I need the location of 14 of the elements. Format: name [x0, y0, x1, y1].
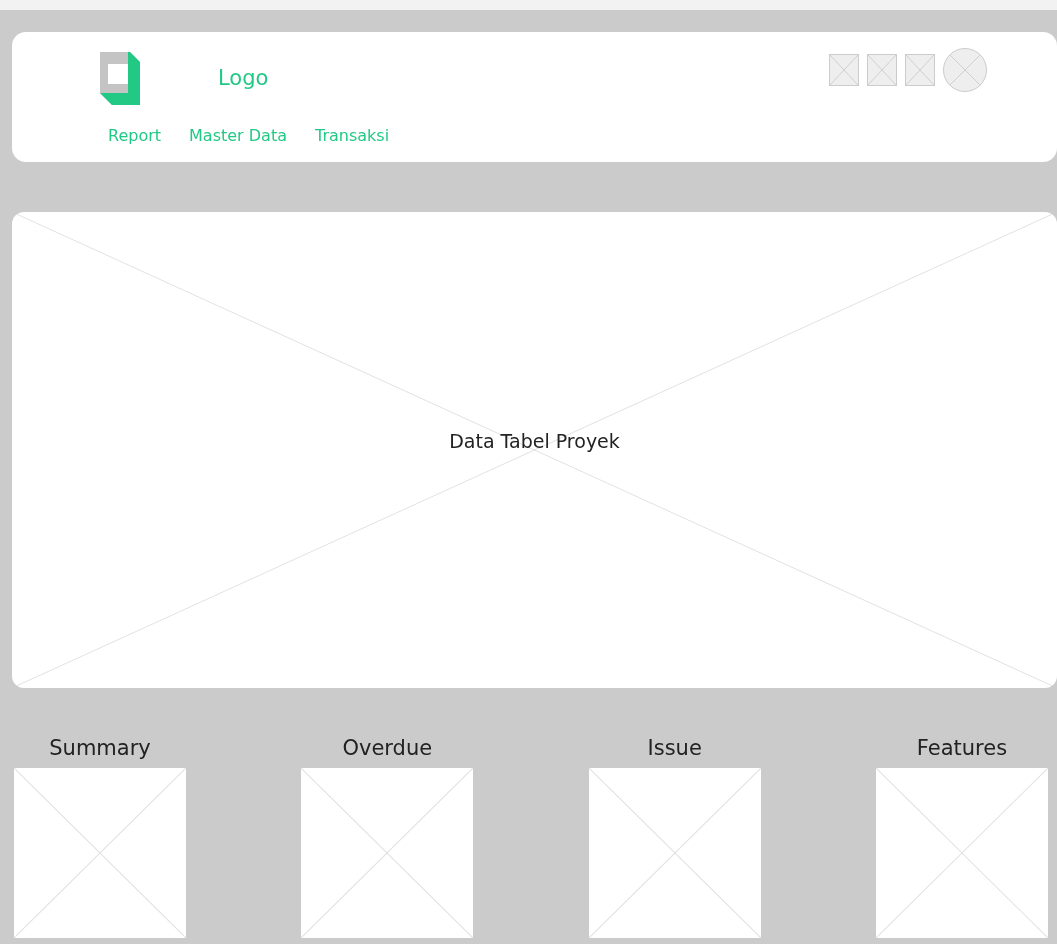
nav-link[interactable]: Report — [108, 126, 162, 145]
image-placeholder-icon[interactable] — [905, 54, 935, 86]
card-title: Overdue — [342, 736, 433, 760]
image-placeholder-icon[interactable] — [867, 54, 897, 86]
image-placeholder-icon[interactable] — [829, 54, 859, 86]
card-title: Features — [916, 736, 1008, 760]
logo-icon — [100, 51, 140, 105]
panel-label: Data Tabel Proyek — [448, 430, 621, 452]
nav-link[interactable]: Transaksi — [315, 126, 390, 145]
card-title: Summary — [49, 736, 151, 760]
nav-link[interactable]: Master Data — [189, 126, 287, 145]
logo-text: Logo — [218, 66, 269, 90]
avatar-placeholder-icon[interactable] — [943, 48, 987, 92]
card-title: Issue — [647, 736, 702, 760]
